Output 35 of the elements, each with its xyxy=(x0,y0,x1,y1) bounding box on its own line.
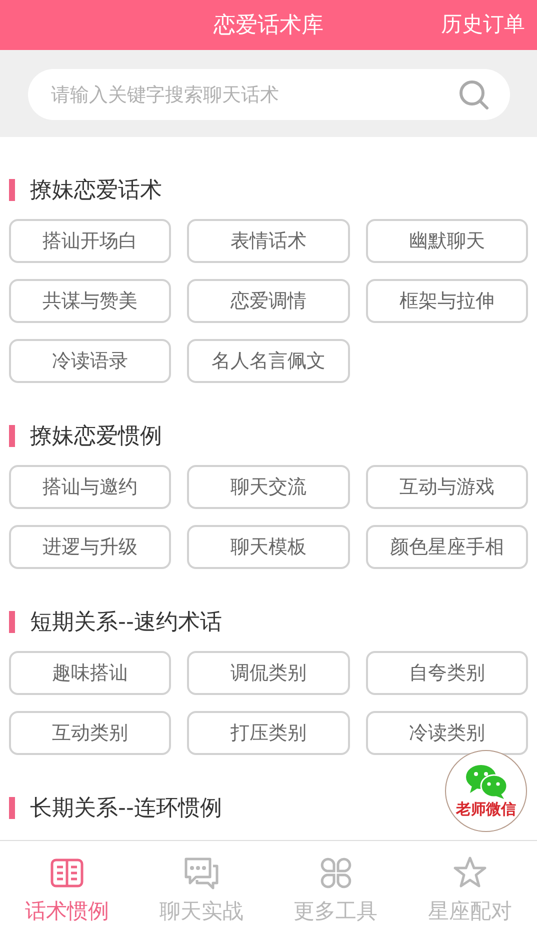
category-button[interactable]: 搭讪开场白 xyxy=(9,219,172,263)
teacher-wechat-button[interactable]: 老师微信 xyxy=(445,750,527,832)
section-title: 撩妹恋爱惯例 xyxy=(30,423,162,451)
section-title: 长期关系--连环惯例 xyxy=(30,795,222,823)
search-icon[interactable] xyxy=(458,79,490,111)
category-button[interactable]: 搭讪与邀约 xyxy=(9,465,172,509)
category-button[interactable]: 打压类别 xyxy=(187,711,350,755)
category-button[interactable]: 趣味搭讪 xyxy=(9,651,172,695)
chat-bubbles-icon xyxy=(464,764,508,800)
section-marker xyxy=(9,179,15,201)
chat-bubbles-icon xyxy=(182,855,220,891)
section-title: 撩妹恋爱话术 xyxy=(30,177,162,205)
category-button[interactable]: 冷读语录 xyxy=(9,339,172,383)
category-button[interactable]: 调侃类别 xyxy=(187,651,350,695)
category-button[interactable]: 恋爱调情 xyxy=(187,279,350,323)
category-button[interactable]: 冷读类别 xyxy=(366,711,528,755)
category-button[interactable]: 进逻与升级 xyxy=(9,525,172,569)
category-button[interactable]: 幽默聊天 xyxy=(366,219,528,263)
category-button[interactable]: 共谋与赞美 xyxy=(9,279,172,323)
section-marker xyxy=(9,797,15,819)
section-marker xyxy=(9,425,15,447)
category-button[interactable]: 聊天交流 xyxy=(187,465,350,509)
category-button[interactable]: 名人名言佩文 xyxy=(187,339,350,383)
section-title: 短期关系--速约术话 xyxy=(30,609,222,637)
category-button[interactable]: 表情话术 xyxy=(187,219,350,263)
category-button[interactable]: 颜色星座手相 xyxy=(366,525,528,569)
category-button[interactable]: 互动类别 xyxy=(9,711,172,755)
search-field[interactable]: 请输入关键字搜索聊天话术 xyxy=(28,69,510,120)
category-button[interactable]: 框架与拉伸 xyxy=(366,279,528,323)
app-title: 恋爱话术库 xyxy=(214,12,324,40)
tab[interactable]: 话术惯例 xyxy=(0,841,134,927)
category-button[interactable]: 聊天模板 xyxy=(187,525,350,569)
category-button[interactable]: 自夸类别 xyxy=(366,651,528,695)
section-marker xyxy=(9,611,15,633)
category-button[interactable]: 互动与游戏 xyxy=(366,465,528,509)
